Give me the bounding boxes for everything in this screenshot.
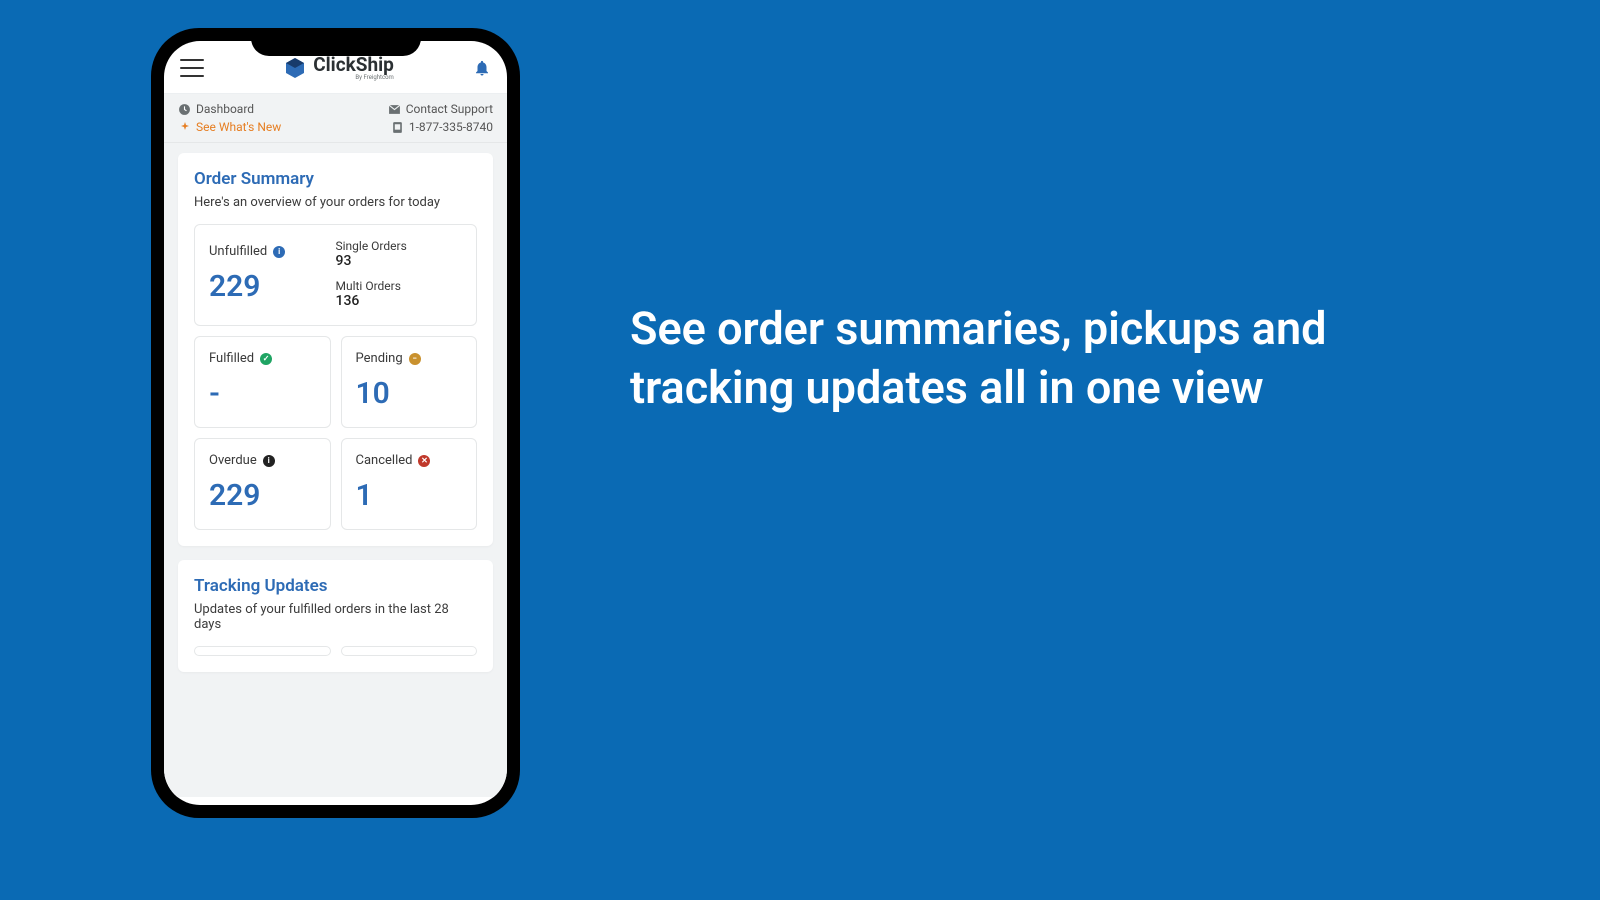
bell-icon[interactable]	[473, 59, 491, 77]
minus-icon: −	[409, 353, 421, 365]
logo-text: ClickShip	[313, 53, 394, 76]
single-orders-label: Single Orders	[336, 239, 463, 253]
pending-value: 10	[356, 376, 463, 411]
contact-support-link[interactable]: Contact Support	[388, 102, 493, 116]
tracking-stat-peek	[194, 646, 331, 656]
whats-new-label: See What's New	[196, 120, 281, 134]
phone-number: 1-877-335-8740	[409, 120, 493, 134]
contact-label: Contact Support	[406, 102, 493, 116]
mail-icon	[388, 103, 401, 116]
stat-pending[interactable]: Pending − 10	[341, 336, 478, 428]
order-summary-card: Order Summary Here's an overview of your…	[178, 153, 493, 546]
support-phone[interactable]: 1-877-335-8740	[391, 120, 493, 134]
phone-notch	[251, 28, 421, 56]
phone-frame: ClickShip By Freightcom Dashboard	[151, 28, 520, 818]
content-area: Order Summary Here's an overview of your…	[164, 143, 507, 797]
pending-label: Pending	[356, 351, 403, 366]
single-orders-value: 93	[336, 253, 463, 269]
logo-icon	[283, 56, 307, 80]
stat-overdue[interactable]: Overdue i 229	[194, 438, 331, 530]
fulfilled-value: -	[209, 376, 316, 411]
breadcrumb-dashboard[interactable]: Dashboard	[178, 102, 281, 116]
subheader: Dashboard See What's New Contact Support	[164, 94, 507, 143]
cancelled-value: 1	[356, 478, 463, 513]
info-icon: i	[273, 246, 285, 258]
tracking-stat-peek	[341, 646, 478, 656]
stat-cancelled[interactable]: Cancelled ✕ 1	[341, 438, 478, 530]
dashboard-label: Dashboard	[196, 102, 254, 116]
phone-icon	[391, 121, 404, 134]
marketing-headline: See order summaries, pickups and trackin…	[630, 300, 1390, 417]
fulfilled-label: Fulfilled	[209, 351, 254, 366]
multi-orders-value: 136	[336, 293, 463, 309]
app-screen: ClickShip By Freightcom Dashboard	[164, 41, 507, 805]
unfulfilled-label: Unfulfilled	[209, 244, 267, 259]
tracking-updates-card: Tracking Updates Updates of your fulfill…	[178, 560, 493, 672]
order-summary-desc: Here's an overview of your orders for to…	[194, 195, 477, 210]
app-logo: ClickShip By Freightcom	[283, 55, 394, 81]
stat-fulfilled[interactable]: Fulfilled ✓ -	[194, 336, 331, 428]
tracking-title: Tracking Updates	[194, 576, 477, 596]
overdue-value: 229	[209, 478, 316, 513]
gauge-icon	[178, 103, 191, 116]
x-icon: ✕	[418, 455, 430, 467]
check-icon: ✓	[260, 353, 272, 365]
cancelled-label: Cancelled	[356, 453, 413, 468]
stat-unfulfilled[interactable]: Unfulfilled i 229 Single Orders 93 M	[194, 224, 477, 326]
multi-orders-label: Multi Orders	[336, 279, 463, 293]
whats-new-link[interactable]: See What's New	[178, 120, 281, 134]
tracking-desc: Updates of your fulfilled orders in the …	[194, 602, 477, 632]
overdue-label: Overdue	[209, 453, 257, 468]
sparkle-icon	[178, 121, 191, 134]
order-summary-title: Order Summary	[194, 169, 477, 189]
unfulfilled-value: 229	[209, 269, 336, 304]
info-icon: i	[263, 455, 275, 467]
menu-icon[interactable]	[180, 59, 204, 77]
